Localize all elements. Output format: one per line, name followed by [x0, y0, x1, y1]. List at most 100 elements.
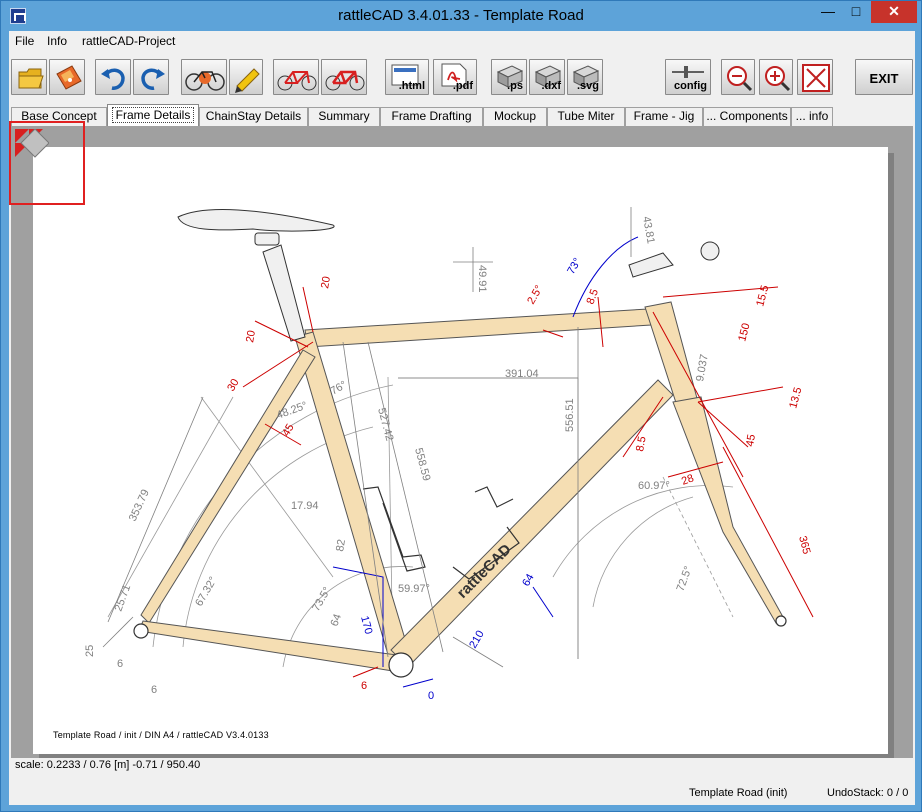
status-bar: Template Road (init) UndoStack: 0 / 0 — [9, 783, 915, 805]
zoom-fit-button[interactable] — [797, 59, 833, 95]
export-pdf-label: .pdf — [452, 80, 473, 92]
close-button[interactable]: ✕ — [871, 1, 917, 23]
dim-text: 8.5 — [634, 435, 648, 452]
dim-text: 73° — [565, 256, 584, 276]
export-dxf-button[interactable]: .dxf — [529, 59, 565, 95]
dim-text: 72.5° — [675, 565, 695, 593]
export-ps-button[interactable]: .ps — [491, 59, 527, 95]
dim-text: 30 — [225, 377, 242, 394]
maximize-button[interactable]: □ — [843, 1, 869, 23]
export-html-label: .html — [398, 80, 425, 92]
dim-text: 45 — [280, 422, 297, 439]
dim-text: 20 — [319, 275, 333, 289]
export-html-button[interactable]: .html — [385, 59, 429, 95]
zoom-in-icon — [765, 66, 791, 92]
save-disk-icon — [56, 65, 82, 90]
drawing-footer-note: Template Road / init / DIN A4 / rattleCA… — [53, 730, 269, 740]
seat-clamp — [254, 232, 280, 246]
open-file-button[interactable] — [11, 59, 47, 95]
zoom-out-button[interactable] — [721, 59, 755, 95]
render-frame-button[interactable] — [181, 59, 227, 95]
frame-view-red-button[interactable] — [273, 59, 319, 95]
zoom-in-button[interactable] — [759, 59, 793, 95]
exit-label: EXIT — [869, 71, 899, 86]
dim-text: 73.5° — [310, 585, 333, 613]
save-file-button[interactable] — [49, 59, 85, 95]
toolbar: .html .pdf .ps .dxf .svg config EXIT — [9, 53, 915, 101]
drawing-canvas[interactable]: rattleCAD 20 20 30 45 48.25° 76° 527.42 … — [9, 121, 913, 760]
menu-rattlecad-project[interactable]: rattleCAD-Project — [82, 34, 175, 48]
frame-logo-text: rattleCAD — [454, 541, 515, 602]
tab-tube-miter[interactable]: Tube Miter — [547, 107, 625, 126]
title-bar[interactable]: rattleCAD 3.4.01.33 - Template Road — □ … — [1, 1, 921, 31]
dim-text: 15.5 — [754, 284, 771, 308]
dim-text: 527.42 — [375, 407, 395, 443]
dimension-arc-blue — [572, 236, 639, 318]
seat-post — [262, 244, 306, 342]
scale-readout: scale: 0.2233 / 0.76 [m] -0.71 / 950.40 — [15, 759, 201, 771]
dim-text: 82 — [334, 538, 348, 552]
dim-text: 20 — [244, 329, 258, 343]
tab-info[interactable]: ... info — [791, 107, 833, 126]
chain-stay — [138, 620, 398, 672]
selection-highlight — [9, 121, 85, 205]
config-button[interactable]: config — [665, 59, 711, 95]
tab-frame-drafting[interactable]: Frame Drafting — [380, 107, 483, 126]
rear-dropout — [133, 623, 149, 639]
dim-text: 391.04 — [505, 368, 539, 380]
red-bicycle-icon — [277, 71, 317, 91]
construction-arc — [552, 485, 734, 578]
project-status: Template Road (init) — [689, 787, 788, 799]
dim-text: 6 — [361, 680, 367, 692]
top-tube — [304, 308, 652, 348]
dim-text: 6 — [117, 658, 123, 670]
client-area: File Info rattleCAD-Project .html .pdf .… — [9, 31, 915, 805]
tab-components[interactable]: ... Components — [703, 107, 791, 126]
tab-strip: Base Concept Frame Details ChainStay Det… — [9, 104, 915, 126]
dim-text: 556.51 — [564, 398, 576, 432]
tab-mockup[interactable]: Mockup — [483, 107, 547, 126]
export-dxf-label: .dxf — [541, 80, 561, 92]
tab-frame-details[interactable]: Frame Details — [107, 104, 199, 126]
dimension-line-blue — [402, 678, 434, 688]
seat-stay — [140, 349, 316, 624]
undo-button[interactable] — [95, 59, 131, 95]
dim-text: 17.94 — [291, 500, 319, 512]
export-svg-label: .svg — [576, 80, 599, 92]
dim-text: 210 — [467, 629, 487, 651]
down-tube — [390, 379, 674, 668]
export-pdf-button[interactable]: .pdf — [433, 59, 477, 95]
handlebar-clamp — [700, 241, 720, 261]
dimension-line-blue — [532, 586, 554, 618]
edit-component-button[interactable] — [229, 59, 263, 95]
frame-details-drawing: rattleCAD 20 20 30 45 48.25° 76° 527.42 … — [84, 207, 814, 702]
dim-text: 45 — [744, 433, 758, 447]
undo-stack-status: UndoStack: 0 / 0 — [827, 787, 909, 799]
fit-to-window-icon — [802, 64, 830, 92]
bottom-bracket — [388, 652, 414, 678]
minimize-button[interactable]: — — [815, 1, 841, 23]
tab-frame-jig[interactable]: Frame - Jig — [625, 107, 703, 126]
tab-summary[interactable]: Summary — [308, 107, 380, 126]
export-svg-button[interactable]: .svg — [567, 59, 603, 95]
stem — [628, 252, 674, 278]
dim-text: 353.79 — [127, 488, 152, 524]
menu-file[interactable]: File — [15, 34, 34, 48]
dimension-line-red — [697, 386, 784, 403]
saddle — [177, 208, 335, 232]
drawing-sheet[interactable]: rattleCAD 20 20 30 45 48.25° 76° 527.42 … — [33, 147, 888, 754]
tab-chainstay-details[interactable]: ChainStay Details — [199, 107, 308, 126]
window-title: rattleCAD 3.4.01.33 - Template Road — [338, 7, 584, 24]
dimension-line-red — [352, 666, 379, 678]
front-dropout — [775, 615, 787, 627]
dim-text: 60.97° — [638, 480, 670, 492]
dim-text: 25.71 — [113, 583, 134, 613]
dim-text: 6 — [151, 684, 157, 696]
exit-button[interactable]: EXIT — [855, 59, 913, 95]
dim-text: 64 — [329, 612, 344, 628]
menu-info[interactable]: Info — [47, 34, 67, 48]
frame-view-red-alt-button[interactable] — [321, 59, 367, 95]
bicycle-parts-icon — [185, 71, 225, 91]
config-label: config — [674, 80, 707, 92]
redo-button[interactable] — [133, 59, 169, 95]
